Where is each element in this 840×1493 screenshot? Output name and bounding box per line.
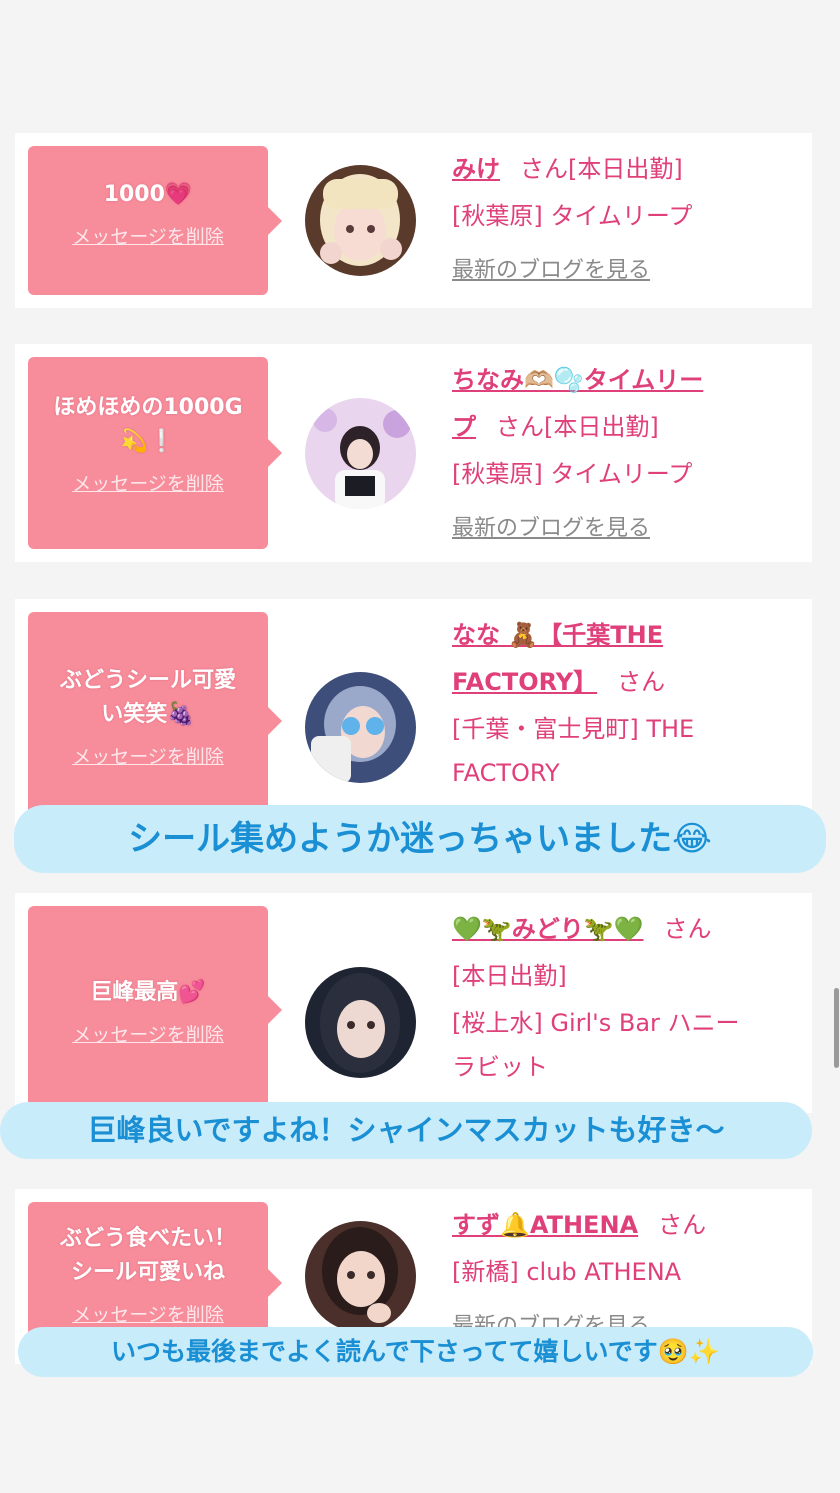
work-status: [本日出勤] [568,155,683,183]
message-bubble: ほめほめの1000G 💫❕ メッセージを削除 [28,357,282,549]
delete-message-link[interactable]: メッセージを削除 [36,222,260,249]
message-card: ほめほめの1000G 💫❕ メッセージを削除 ちなみ🫶🏼🫧タイムリー プさん[本… [15,344,812,562]
delete-message-link[interactable]: メッセージを削除 [36,1300,260,1327]
avatar[interactable] [305,672,416,783]
cast-name-link[interactable]: ちなみ🫶🏼🫧タイムリー [452,366,703,394]
blog-link[interactable]: 最新のブログを見る [452,252,792,284]
avatar[interactable] [305,398,416,509]
message-card: 1000💗 メッセージを削除 みけ さん[本日出勤] [秋葉原] タイムリープ 最… [15,133,812,308]
avatar[interactable] [305,967,416,1078]
message-text: 1000💗 [103,182,193,207]
honorific: さん [617,668,666,696]
message-text: ほめほめの1000G [53,395,243,420]
honorific: さん [496,413,544,441]
cast-name-link[interactable]: プ [452,413,476,441]
message-card: 巨峰最高💕 メッセージを削除 💚🦖みどり🦖💚 さん [本日出勤] [桜上水] Gi… [15,893,812,1113]
cast-name-link[interactable]: FACTORY】 [452,668,597,696]
cast-info: なな 🧸【千葉THE FACTORY】 さん [千葉・富士見町] THE FACT… [452,613,792,795]
message-bubble: ぶどうシール可愛 い笑笑🍇 メッセージを削除 [28,612,282,829]
overlay-caption: いつも最後までよく読んで下さってて嬉しいです🥹✨ [18,1327,813,1377]
message-bubble: 巨峰最高💕 メッセージを削除 [28,906,282,1113]
message-text: 💫❕ [120,429,176,454]
cast-name-link[interactable]: みけ [452,155,500,183]
cast-info: 💚🦖みどり🦖💚 さん [本日出勤] [桜上水] Girl's Bar ハニー ラビ… [452,907,792,1089]
message-text: ぶどうシール可愛 [59,668,236,693]
message-text: い笑笑🍇 [101,702,195,727]
shop-name: [秋葉原] タイムリープ [452,202,693,230]
shop-name: [秋葉原] タイムリープ [452,460,693,488]
message-card: ぶどうシール可愛 い笑笑🍇 メッセージを削除 なな 🧸【千葉THE FACTOR… [15,599,812,829]
cast-info: ちなみ🫶🏼🫧タイムリー プさん[本日出勤] [秋葉原] タイムリープ 最新のブロ… [452,358,792,542]
overlay-caption: シール集めようか迷っちゃいました😂 [14,805,826,873]
message-text: シール可愛いね [70,1260,225,1285]
shop-name: [新橋] club ATHENA [452,1258,682,1286]
message-text: 巨峰最高💕 [90,980,206,1005]
shop-name: [桜上水] Girl's Bar ハニー [452,1009,740,1037]
cast-name-link[interactable]: 💚🦖みどり🦖💚 [452,915,644,943]
work-status: [本日出勤] [452,962,567,990]
shop-name: FACTORY [452,759,560,787]
message-text: ぶどう食べたい！ [59,1226,236,1251]
cast-name-link[interactable]: なな 🧸【千葉THE [452,621,663,649]
delete-message-link[interactable]: メッセージを削除 [36,1020,260,1047]
blog-link[interactable]: 最新のブログを見る [452,510,792,542]
overlay-caption: 巨峰良いですよね！シャインマスカットも好き〜 [0,1102,812,1159]
honorific: さん [663,915,712,943]
cast-info: すず🔔ATHENAさん [新橋] club ATHENA 最新のブログを見る [452,1203,792,1340]
cast-info: みけ さん[本日出勤] [秋葉原] タイムリープ 最新のブログを見る [452,147,792,284]
message-bubble: 1000💗 メッセージを削除 [28,146,282,295]
delete-message-link[interactable]: メッセージを削除 [36,469,260,496]
honorific: さん [658,1211,707,1239]
cast-name-link[interactable]: すず🔔ATHENA [452,1211,638,1239]
shop-name: ラビット [452,1053,548,1081]
delete-message-link[interactable]: メッセージを削除 [36,742,260,769]
scrollbar[interactable] [834,988,839,1068]
work-status: [本日出勤] [544,413,659,441]
avatar[interactable] [305,165,416,276]
shop-name: [千葉・富士見町] THE [452,715,695,743]
avatar[interactable] [305,1221,416,1332]
honorific: さん [520,155,568,183]
